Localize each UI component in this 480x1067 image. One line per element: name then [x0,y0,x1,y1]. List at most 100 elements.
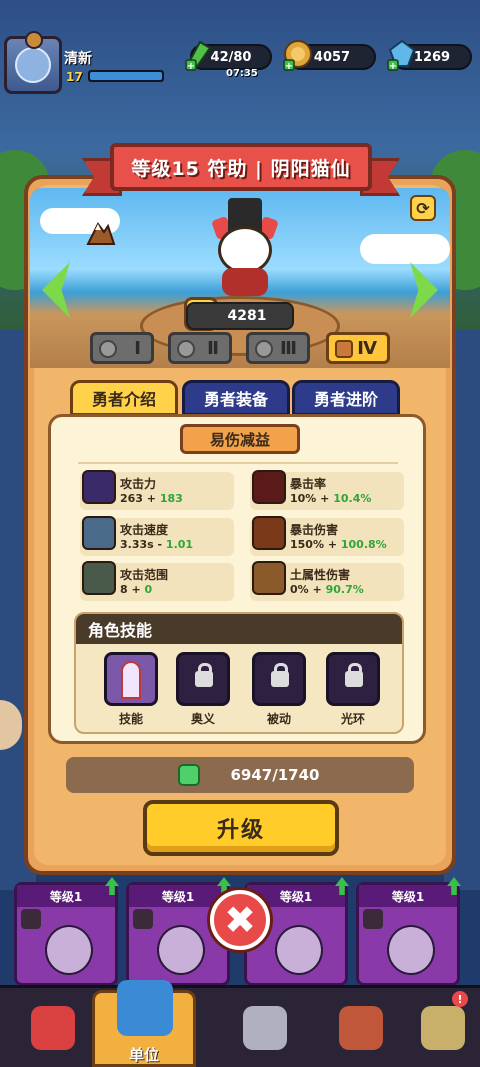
cloud [360,234,450,264]
hero-title-banner: 等级15 符助 | 阴阳猫仙 [110,143,372,191]
paw-icon [363,909,383,929]
coin-plus-icon[interactable]: + [282,38,312,72]
attack-icon [82,470,116,504]
nav-units-button[interactable] [110,975,180,1041]
lock-icon [195,663,213,687]
skill-aura-button[interactable] [326,652,380,706]
shop-icon [31,1006,75,1050]
nav-battle-button[interactable] [230,995,300,1061]
paw-icon [133,909,153,929]
earth-element-icon [86,222,116,245]
unit-portrait [275,925,323,975]
svg-text:+: + [285,61,293,72]
avatar-badge-icon [25,31,43,49]
player-level: 17 [66,70,83,84]
notification-badge: ! [452,991,468,1007]
unit-card[interactable]: 等级1 [356,877,461,986]
hero-head [218,226,272,274]
energy-timer: 07:35 [226,68,258,79]
close-button[interactable]: ✖ [210,890,270,950]
hero-trait-tag: 易伤减益 [180,424,300,454]
unit-level: 等级1 [359,885,457,907]
tier-label: Ⅳ [357,337,377,359]
energy-plus-icon[interactable]: + [184,38,214,72]
divider [78,462,398,464]
stat-value: 263 + 183 [120,492,183,505]
skill-ultimate-button[interactable] [176,652,230,706]
upgrade-cost-value: 6947/1740 [230,766,320,784]
tier-lock-icon [99,340,117,358]
gem-plus-icon[interactable]: + [386,38,416,72]
stat-name: 攻击力 [120,477,157,491]
unit-portrait [157,925,205,975]
stat-earth-damage: 土属性伤害 0% + 90.7% [250,561,404,601]
tier-1-button[interactable]: Ⅰ [90,332,154,364]
xp-fill [90,72,162,80]
swap-skin-button[interactable]: ⟳ [410,195,436,221]
map-icon [421,1006,465,1050]
skills-title: 角色技能 [76,614,402,644]
skill-label: 奥义 [190,712,215,726]
tab-hero-intro[interactable]: 勇者介绍 [70,380,178,416]
crit-damage-icon [252,516,286,550]
xp-bar [88,70,164,82]
units-cats-icon [117,980,173,1036]
skills-section: 角色技能 技能 奥义 被动 光环 [74,612,404,734]
hero-character[interactable] [210,198,280,296]
lock-icon [345,663,363,687]
svg-text:+: + [187,61,195,72]
ship-icon [339,1006,383,1050]
stat-value: 0% + 90.7% [290,583,364,596]
nav-shop-button[interactable] [18,995,88,1061]
player-name: 清新 [64,51,92,67]
tab-hero-equipment[interactable]: 勇者装备 [182,380,290,416]
stat-name: 土属性伤害 [290,568,351,582]
paw-icon [21,909,41,929]
tier-2-button[interactable]: Ⅱ [168,332,232,364]
attack-range-icon [82,561,116,595]
skill-active-button[interactable] [104,652,158,706]
tab-hero-advance[interactable]: 勇者进阶 [292,380,400,416]
upgrade-cost: 6947/1740 [66,757,414,793]
unit-level: 等级1 [17,885,115,907]
attack-speed-icon [82,516,116,550]
lock-icon [271,663,289,687]
hero-body [222,268,268,296]
unit-portrait [45,925,93,975]
stat-attack-range: 攻击范围 8 + 0 [80,561,234,601]
tier-lock-icon [177,340,195,358]
skill-door-icon [121,661,141,699]
skill-passive-button[interactable] [252,652,306,706]
svg-text:+: + [389,61,397,72]
tier-lock-icon [255,340,273,358]
nav-units-label: 单位 [128,1046,159,1064]
earth-damage-icon [252,561,286,595]
stat-value: 8 + 0 [120,583,153,596]
skill-label: 光环 [340,712,365,726]
tier-4-button[interactable]: Ⅳ [326,332,390,364]
crit-rate-icon [252,470,286,504]
nav-voyage-button[interactable] [326,995,396,1061]
nav-map-button[interactable] [408,995,478,1061]
crossed-swords-icon [243,1006,287,1050]
stat-name: 暴击伤害 [290,523,339,537]
stat-crit-damage: 暴击伤害 150% + 100.8% [250,516,404,556]
stat-crit-rate: 暴击率 10% + 10.4% [250,470,404,510]
upgrade-button[interactable]: 升级 [143,800,339,856]
tier-3-button[interactable]: Ⅲ [246,332,310,364]
tier-chest-icon [335,340,353,358]
stat-name: 攻击范围 [120,568,169,582]
tier-label: Ⅲ [279,337,297,359]
top-hud: 清新 17 42/80 + 07:35 4057 + 1269 + [0,0,480,94]
unit-portrait [387,925,435,975]
unit-card[interactable]: 等级1 [14,877,119,986]
skill-label: 被动 [266,712,291,726]
stat-name: 攻击速度 [120,523,169,537]
tier-label: Ⅱ [207,337,219,359]
stat-name: 暴击率 [290,477,327,491]
tier-label: Ⅰ [134,337,141,359]
avatar-face [15,47,51,83]
stat-value: 3.33s - 1.01 [120,538,194,551]
stat-attack-speed: 攻击速度 3.33s - 1.01 [80,516,234,556]
player-avatar[interactable] [4,31,62,94]
